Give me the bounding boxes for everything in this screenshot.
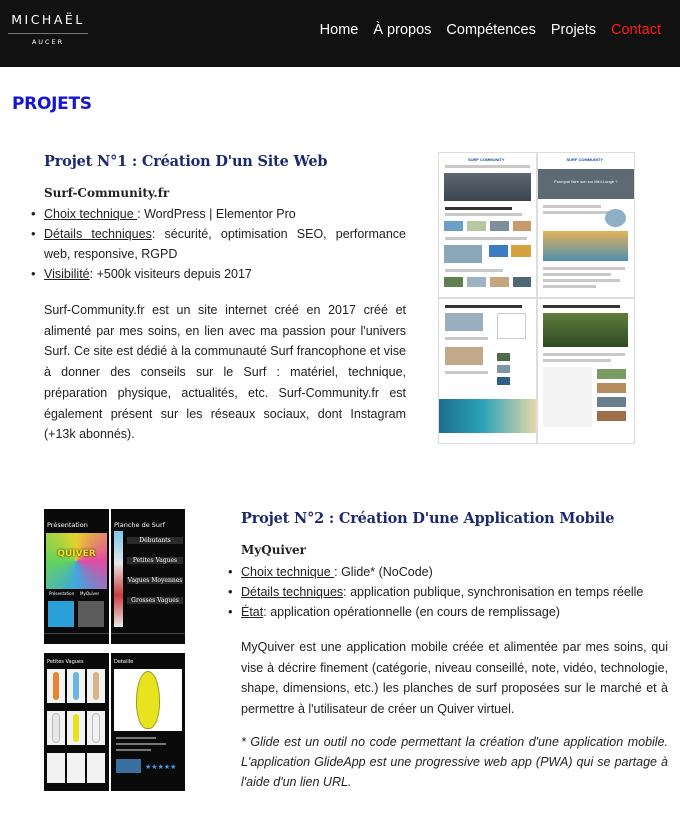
screen-title: Présentation bbox=[47, 521, 88, 529]
nav-skills[interactable]: Compétences bbox=[446, 21, 535, 39]
logo-surname: AUCER bbox=[31, 38, 65, 46]
forest-photo bbox=[543, 313, 629, 347]
project-2-subtitle: MyQuiver bbox=[241, 543, 306, 557]
list-item: Visibilité: +500k visiteurs depuis 2017 bbox=[31, 264, 406, 284]
website-screenshot-list bbox=[438, 298, 537, 444]
website-screenshot-article: SURF COMMUNITY Pourquoi faire son sur Mi… bbox=[536, 152, 635, 298]
nav-home[interactable]: Home bbox=[320, 21, 359, 39]
logo-divider bbox=[8, 33, 88, 34]
detail-label: Détails techniques bbox=[241, 585, 344, 599]
section-title: PROJETS bbox=[12, 94, 92, 114]
list-item: Choix technique : Glide* (NoCode) bbox=[228, 562, 670, 582]
surfboards-image bbox=[114, 531, 123, 627]
list-item: Détails techniques: sécurité, optimisati… bbox=[31, 224, 406, 264]
detail-text: : +500k visiteurs depuis 2017 bbox=[89, 267, 252, 281]
hero-image bbox=[443, 173, 531, 201]
app-screen-boards-list: Petites Vagues bbox=[44, 653, 109, 791]
screen-title: Detaille bbox=[114, 659, 134, 665]
surf-photo bbox=[543, 231, 629, 261]
nav-about[interactable]: À propos bbox=[373, 21, 431, 39]
screen-title: Planche de Surf bbox=[114, 521, 165, 529]
screen-link[interactable]: MyQuiver bbox=[80, 591, 99, 596]
board-photo bbox=[114, 669, 182, 731]
project-2-details: Choix technique : Glide* (NoCode) Détail… bbox=[228, 562, 670, 622]
project-2-title: Projet N°2 : Création D'une Application … bbox=[241, 510, 615, 527]
top-navbar: MICHAËL AUCER Home À propos Compétences … bbox=[0, 0, 680, 67]
app-screen-categories: Planche de Surf Débutants Petites Vagues… bbox=[111, 509, 185, 644]
detail-text: : Glide* (NoCode) bbox=[334, 565, 433, 579]
logo-name: MICHAËL bbox=[11, 12, 85, 27]
website-brand: SURF COMMUNITY bbox=[467, 157, 505, 162]
app-screen-board-detail: Detaille ★★★★★ bbox=[111, 653, 185, 791]
detail-text: : application opérationnelle (en cours d… bbox=[263, 605, 560, 619]
category-medium-waves[interactable]: Vagues Moyennes bbox=[127, 577, 183, 584]
site-logo[interactable]: MICHAËL AUCER bbox=[8, 12, 88, 48]
project-2-description: MyQuiver est une application mobile créé… bbox=[241, 640, 668, 717]
project-2-screenshots: Présentation QUIVER Présentation MyQuive… bbox=[44, 509, 185, 791]
category-big-waves[interactable]: Grosses Vagues bbox=[127, 597, 183, 604]
list-item: État: application opérationnelle (en cou… bbox=[228, 602, 670, 622]
website-brand: SURF COMMUNITY bbox=[566, 157, 604, 162]
list-item: Détails techniques: application publique… bbox=[228, 582, 670, 602]
board-rating: ★★★★★ bbox=[145, 763, 177, 771]
website-screenshot-home: SURF COMMUNITY bbox=[438, 152, 537, 298]
article-headline: Pourquoi faire son sur Mini-Longb ? bbox=[554, 179, 618, 184]
project-1-title: Projet N°1 : Création D'un Site Web bbox=[44, 153, 328, 170]
detail-text: : WordPress | Elementor Pro bbox=[137, 207, 296, 221]
beach-photo bbox=[439, 399, 536, 433]
nav-projects[interactable]: Projets bbox=[551, 21, 596, 39]
project-1-description: Surf-Community.fr est un site internet c… bbox=[44, 303, 406, 442]
project-1-screenshots: SURF COMMUNITY SURF COMMUNITY Pourquoi f… bbox=[438, 152, 635, 444]
app-banner bbox=[46, 533, 107, 589]
screen-link[interactable]: Présentation bbox=[49, 591, 74, 596]
app-logo: QUIVER bbox=[57, 549, 96, 559]
category-small-waves[interactable]: Petites Vagues bbox=[127, 557, 183, 564]
detail-label: Choix technique bbox=[241, 565, 335, 579]
project-2-note: * Glide est un outil no code permettant … bbox=[241, 735, 668, 789]
detail-text: : application publique, synchronisation … bbox=[343, 585, 644, 599]
detail-label: Visibilité bbox=[44, 267, 90, 281]
project-1-details: Choix technique : WordPress | Elementor … bbox=[31, 204, 406, 284]
list-item: Choix technique : WordPress | Elementor … bbox=[31, 204, 406, 224]
project-1-subtitle: Surf-Community.fr bbox=[44, 186, 170, 200]
app-screen-presentation: Présentation QUIVER Présentation MyQuive… bbox=[44, 509, 109, 644]
detail-label: Détails techniques bbox=[44, 227, 152, 241]
detail-label: État bbox=[241, 605, 264, 619]
screen-title: Petites Vagues bbox=[47, 659, 84, 665]
main-nav: Home À propos Compétences Projets Contac… bbox=[320, 21, 661, 39]
category-beginners[interactable]: Débutants bbox=[127, 537, 183, 544]
website-screenshot-gallery bbox=[536, 298, 635, 444]
detail-label: Choix technique bbox=[44, 207, 138, 221]
nav-contact[interactable]: Contact bbox=[611, 21, 661, 39]
